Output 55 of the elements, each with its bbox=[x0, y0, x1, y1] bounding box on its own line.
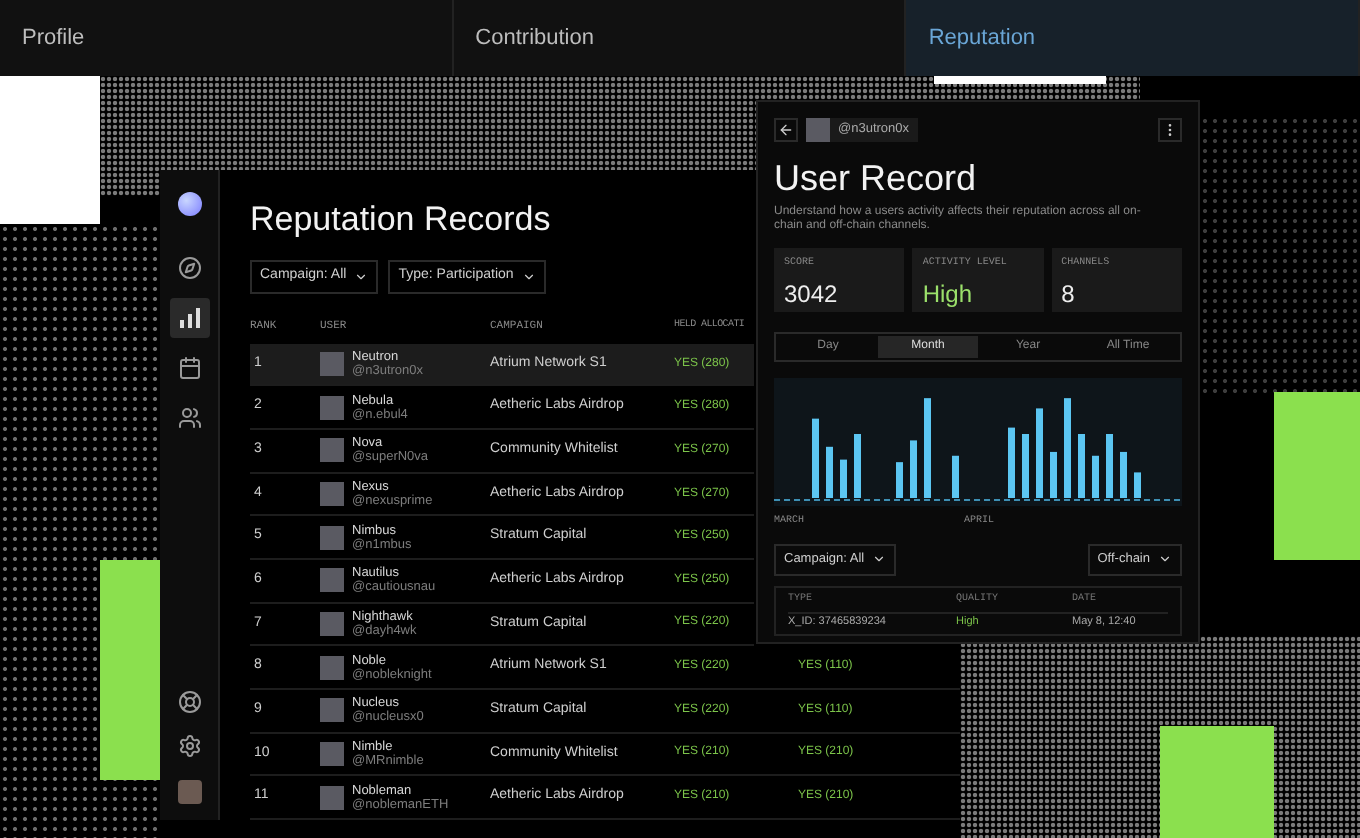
avatar-photo bbox=[320, 611, 344, 636]
calendar-icon bbox=[177, 356, 201, 380]
panel-title: User Record bbox=[774, 158, 979, 198]
stat-value: 3042 bbox=[784, 277, 840, 311]
chart-bar bbox=[1022, 434, 1029, 498]
chart-bar bbox=[826, 446, 833, 498]
chart-bar bbox=[854, 434, 861, 498]
avatar-photo bbox=[320, 482, 344, 506]
users-icon bbox=[177, 406, 201, 430]
chart-bar bbox=[1092, 455, 1099, 498]
chart-bar bbox=[1106, 434, 1113, 498]
nav-tab[interactable]: Profile bbox=[0, 0, 454, 76]
chart-bar bbox=[924, 398, 931, 498]
chevron-down-icon bbox=[521, 270, 536, 284]
avatar-photo bbox=[320, 525, 344, 550]
chevron-down-icon bbox=[354, 270, 369, 284]
chart-bar bbox=[840, 459, 847, 498]
chevron-down-icon bbox=[872, 552, 887, 566]
more-button[interactable] bbox=[1158, 118, 1182, 142]
chart-bar bbox=[1008, 427, 1015, 498]
chart-bar bbox=[812, 418, 819, 498]
chart-bar bbox=[952, 455, 959, 498]
chevron-down-icon bbox=[1158, 552, 1172, 566]
chart-bar bbox=[1036, 408, 1043, 498]
avatar-photo bbox=[320, 395, 344, 420]
nav-tab[interactable]: Contribution bbox=[453, 0, 907, 76]
avatar-photo[interactable] bbox=[177, 780, 201, 804]
chart-bar bbox=[1064, 398, 1071, 498]
chart-bar bbox=[896, 462, 903, 498]
sidebar-item[interactable] bbox=[169, 298, 209, 338]
back-button[interactable] bbox=[774, 118, 798, 142]
chart-bar bbox=[1050, 451, 1057, 498]
back-icon bbox=[778, 122, 794, 138]
help-icon bbox=[177, 690, 201, 714]
avatar-photo bbox=[320, 655, 344, 680]
settings-icon bbox=[177, 734, 201, 758]
chart-bar bbox=[1134, 472, 1141, 498]
bar-chart-icon bbox=[177, 306, 201, 330]
stat-value: High bbox=[922, 277, 975, 311]
stat-value: 8 bbox=[1061, 277, 1077, 311]
avatar-photo bbox=[320, 698, 344, 723]
accent-block bbox=[1160, 726, 1274, 838]
compass-icon bbox=[177, 256, 201, 280]
logo-icon bbox=[177, 192, 201, 216]
avatar-photo bbox=[320, 352, 344, 377]
nav-tab[interactable]: Reputation bbox=[906, 0, 1360, 76]
chart-bar bbox=[1078, 434, 1085, 498]
avatar-photo bbox=[320, 438, 344, 463]
page-title: Reputation Records bbox=[250, 200, 551, 240]
avatar-photo bbox=[320, 741, 344, 766]
chart-bar bbox=[1120, 451, 1127, 498]
avatar-photo bbox=[320, 568, 344, 593]
avatar-photo bbox=[806, 118, 830, 142]
avatar-photo bbox=[320, 785, 344, 810]
chart-bar bbox=[910, 440, 917, 498]
